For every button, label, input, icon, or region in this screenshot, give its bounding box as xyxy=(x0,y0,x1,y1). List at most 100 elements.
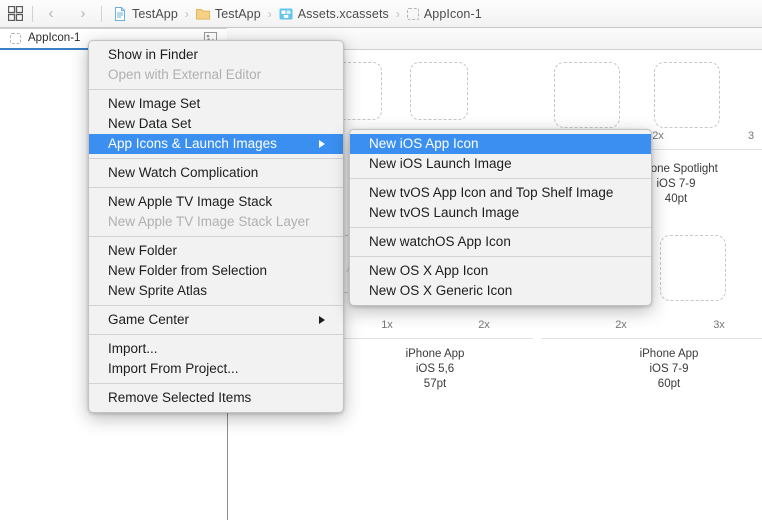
context-menu-item-label: Remove Selected Items xyxy=(108,390,252,405)
scale-label-top-3x: 3 xyxy=(748,130,755,142)
context-submenu-item[interactable]: New iOS Launch Image xyxy=(350,154,651,174)
context-submenu-item-label: New tvOS App Icon and Top Shelf Image xyxy=(369,185,614,200)
asset-group-caption: iPhone App iOS 7-9 60pt xyxy=(589,347,749,392)
folder-icon xyxy=(195,8,210,20)
context-menu-item-label: Game Center xyxy=(108,312,190,327)
context-submenu-separator xyxy=(350,178,651,179)
context-menu-item-label: Import... xyxy=(108,341,158,356)
jumpbar-divider-1 xyxy=(32,5,33,22)
group-rule-bottom-right xyxy=(541,338,762,339)
context-menu-separator xyxy=(89,89,343,90)
breadcrumb-item-appicon[interactable]: AppIcon-1 xyxy=(405,0,484,28)
breadcrumb-label: TestApp xyxy=(132,6,178,21)
context-menu-item[interactable]: New Watch Complication xyxy=(89,163,343,183)
context-menu-separator xyxy=(89,383,343,384)
asset-group-caption-line2: iOS 5,6 xyxy=(415,363,455,375)
context-submenu-item-label: New OS X Generic Icon xyxy=(369,283,513,298)
breadcrumb-item-project[interactable]: TestApp xyxy=(111,0,180,28)
submenu-arrow-icon xyxy=(319,316,325,324)
asset-group-caption-line2: iOS 7-9 xyxy=(649,363,689,375)
context-menu-item[interactable]: New Apple TV Image Stack xyxy=(89,192,343,212)
scale-label-bottom-2x-b: 2x xyxy=(615,319,627,331)
context-submenu-item[interactable]: New iOS App Icon xyxy=(350,134,651,154)
asset-slot[interactable] xyxy=(654,62,720,128)
context-submenu-item-label: New iOS Launch Image xyxy=(369,156,512,171)
scale-label-bottom-3x: 3x xyxy=(713,319,725,331)
context-submenu[interactable]: New iOS App Icon New iOS Launch Image New … xyxy=(349,129,652,306)
scale-label-bottom-1x: 1x xyxy=(381,319,393,331)
breadcrumb-separator: › xyxy=(184,6,189,21)
context-menu-item-label: Import From Project... xyxy=(108,361,239,376)
asset-group-caption-line3: 60pt xyxy=(657,378,681,390)
context-menu-item[interactable]: App Icons & Launch Images xyxy=(89,134,343,154)
breadcrumb-item-assets[interactable]: Assets.xcassets xyxy=(277,0,391,28)
context-menu-item-label: New Data Set xyxy=(108,116,192,131)
context-menu-item[interactable]: New Folder from Selection xyxy=(89,261,343,281)
appicon-placeholder-icon xyxy=(406,7,419,20)
context-submenu-item-label: New OS X App Icon xyxy=(369,263,489,278)
context-menu-item[interactable]: Show in Finder xyxy=(89,45,343,65)
asset-group-caption: iPhone App iOS 5,6 57pt xyxy=(355,347,515,392)
context-menu-item[interactable]: New Data Set xyxy=(89,114,343,134)
asset-slot[interactable] xyxy=(410,62,468,120)
breadcrumb-separator: › xyxy=(267,6,272,21)
context-menu-item[interactable]: Game Center xyxy=(89,310,343,330)
context-menu-item-label: New Apple TV Image Stack xyxy=(108,194,273,209)
context-menu-item-label: Open with External Editor xyxy=(108,67,262,82)
context-menu-item-label: App Icons & Launch Images xyxy=(108,136,277,151)
breadcrumb-label: AppIcon-1 xyxy=(423,6,482,21)
context-menu-item[interactable]: Remove Selected Items xyxy=(89,388,343,408)
context-submenu-item[interactable]: New tvOS Launch Image xyxy=(350,203,651,223)
context-submenu-item-label: New watchOS App Icon xyxy=(369,234,511,249)
asset-group-caption-line1: iPhone App xyxy=(639,348,699,360)
context-menu-separator xyxy=(89,305,343,306)
breadcrumb-separator: › xyxy=(395,6,400,21)
context-submenu-item[interactable]: New OS X App Icon xyxy=(350,261,651,281)
back-button[interactable]: ‹ xyxy=(42,5,60,23)
jumpbar-divider-2 xyxy=(101,5,102,22)
submenu-arrow-icon xyxy=(319,140,325,148)
context-menu-item[interactable]: Import... xyxy=(89,339,343,359)
context-menu-item-label: Show in Finder xyxy=(108,47,199,62)
grid-icon-glyph xyxy=(8,6,23,21)
context-submenu-item[interactable]: New OS X Generic Icon xyxy=(350,281,651,301)
assets-catalog-icon xyxy=(279,8,293,19)
context-menu-item[interactable]: New Folder xyxy=(89,241,343,261)
context-menu-separator xyxy=(89,334,343,335)
breadcrumb-label: TestApp xyxy=(214,6,261,21)
context-menu-item-label: New Sprite Atlas xyxy=(108,283,208,298)
breadcrumb-item-folder[interactable]: TestApp xyxy=(194,0,263,28)
asset-slot[interactable] xyxy=(660,235,726,301)
context-menu-item-label: New Folder xyxy=(108,243,178,258)
context-menu[interactable]: Show in Finder Open with External Editor N… xyxy=(88,40,344,413)
context-submenu-item-label: New iOS App Icon xyxy=(369,136,479,151)
context-submenu-item-label: New tvOS Launch Image xyxy=(369,205,520,220)
context-submenu-separator xyxy=(350,256,651,257)
context-menu-item-label: New Image Set xyxy=(108,96,201,111)
context-menu-item-label: New Watch Complication xyxy=(108,165,259,180)
asset-group-caption-line1: iPhone App xyxy=(405,348,465,360)
file-document-icon xyxy=(115,6,125,21)
context-menu-item: New Apple TV Image Stack Layer xyxy=(89,212,343,232)
grid-icon[interactable] xyxy=(8,6,23,21)
breadcrumb-label: Assets.xcassets xyxy=(297,6,389,21)
context-submenu-separator xyxy=(350,227,651,228)
forward-button[interactable]: › xyxy=(74,5,92,23)
xcode-asset-catalog-window: ‹ › TestApp › TestApp › Assets.xcassets … xyxy=(0,0,762,520)
context-menu-item: Open with External Editor xyxy=(89,65,343,85)
context-submenu-item[interactable]: New tvOS App Icon and Top Shelf Image xyxy=(350,183,651,203)
scale-label-bottom-2x: 2x xyxy=(478,319,490,331)
asset-slot[interactable] xyxy=(554,62,620,128)
context-menu-separator xyxy=(89,158,343,159)
context-menu-item[interactable]: New Image Set xyxy=(89,94,343,114)
context-menu-item[interactable]: New Sprite Atlas xyxy=(89,281,343,301)
context-menu-item-label: New Apple TV Image Stack Layer xyxy=(108,214,310,229)
context-submenu-item[interactable]: New watchOS App Icon xyxy=(350,232,651,252)
jump-bar: ‹ › TestApp › TestApp › Assets.xcassets … xyxy=(0,0,762,28)
asset-list-item-label: AppIcon-1 xyxy=(28,32,81,44)
context-menu-item[interactable]: Import From Project... xyxy=(89,359,343,379)
context-menu-separator xyxy=(89,187,343,188)
context-menu-separator xyxy=(89,236,343,237)
appicon-placeholder-icon xyxy=(10,32,21,44)
context-menu-item-label: New Folder from Selection xyxy=(108,263,268,278)
